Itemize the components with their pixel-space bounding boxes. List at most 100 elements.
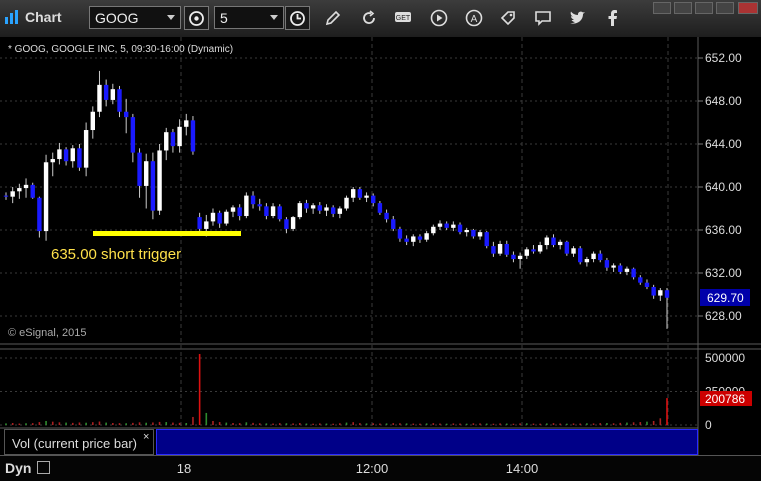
clock-icon	[290, 11, 305, 26]
candle-body	[123, 111, 129, 118]
candle-body	[304, 203, 309, 209]
chart-app-icon	[5, 10, 18, 24]
candle-body	[584, 259, 590, 263]
price-tick-label: 648.00	[705, 94, 742, 108]
candle-body	[644, 282, 650, 287]
restore-button[interactable]	[695, 2, 713, 14]
candle-body	[284, 219, 289, 229]
link-settings-button[interactable]	[184, 6, 209, 30]
maximize-button[interactable]	[716, 2, 734, 14]
candle-body	[344, 197, 349, 209]
candle-body	[517, 255, 523, 260]
candle-body	[244, 195, 249, 217]
candle-body	[531, 249, 536, 252]
chevron-down-icon[interactable]	[270, 15, 278, 20]
candle-body	[50, 159, 55, 163]
interval-input[interactable]: 5	[214, 6, 284, 29]
candle-body	[330, 207, 336, 214]
chart-toolbar: Chart GOOG 5 GET A	[0, 0, 761, 38]
status-bar: Dyn 18 12:00 14:00	[0, 455, 761, 481]
candle-body	[164, 132, 169, 151]
facebook-icon[interactable]	[603, 8, 623, 28]
candle-body	[457, 224, 463, 233]
candle-body	[544, 237, 550, 246]
svg-text:A: A	[471, 14, 478, 25]
volume-pane-label[interactable]: Vol (current price bar)	[4, 429, 154, 455]
candle-body	[77, 148, 82, 168]
candle-body	[464, 230, 469, 233]
candle-body	[471, 230, 476, 237]
time-label-1400: 14:00	[505, 461, 539, 476]
minimize-button[interactable]	[674, 2, 692, 14]
play-icon[interactable]	[429, 8, 449, 28]
candle-body	[384, 212, 389, 220]
last-volume-label: 200786	[705, 392, 745, 406]
candle-body	[664, 290, 670, 298]
app-title: Chart	[25, 9, 62, 25]
candle-body	[23, 184, 29, 189]
candle-body	[491, 246, 496, 254]
candle-body	[310, 205, 316, 209]
tag-icon[interactable]	[498, 8, 518, 28]
candle-body	[250, 195, 256, 205]
candle-body	[317, 205, 323, 211]
candle-body	[204, 221, 209, 229]
candle-body	[624, 268, 630, 272]
candle-body	[484, 232, 489, 247]
chevron-down-icon[interactable]	[167, 15, 175, 20]
refresh-icon[interactable]	[359, 8, 379, 28]
candle-body	[130, 117, 136, 153]
twitter-icon[interactable]	[568, 8, 588, 28]
candle-body	[477, 232, 483, 237]
price-tick-label: 628.00	[705, 309, 742, 323]
candle-body	[117, 89, 122, 112]
candle-body	[350, 189, 356, 198]
symbol-input[interactable]: GOOG	[89, 6, 181, 29]
symbol-value: GOOG	[95, 10, 139, 26]
dynamic-mode-icon[interactable]	[37, 461, 50, 474]
candle-body	[63, 149, 69, 162]
close-button[interactable]	[738, 2, 758, 14]
candle-body	[103, 84, 109, 100]
candle-body	[197, 217, 202, 229]
candle-body	[237, 207, 242, 217]
chat-icon[interactable]	[533, 8, 553, 28]
candle-body	[391, 219, 396, 229]
candle-body	[437, 223, 443, 227]
chart-area[interactable]: * GOOG, GOOGLE INC, 5, 09:30-16:00 (Dyna…	[0, 37, 761, 455]
get-quote-icon[interactable]: GET	[393, 8, 413, 28]
candle-body	[290, 217, 296, 229]
alert-icon[interactable]: A	[464, 8, 484, 28]
candle-body	[524, 249, 529, 256]
chart-header: * GOOG, GOOGLE INC, 5, 09:30-16:00 (Dyna…	[8, 44, 233, 55]
candle-body	[97, 84, 102, 112]
draw-pencil-icon[interactable]	[323, 8, 343, 28]
candle-body	[604, 260, 610, 268]
window-menu-button[interactable]	[653, 2, 671, 14]
trigger-label: 635.00 short trigger	[51, 246, 181, 263]
candle-body	[137, 152, 142, 186]
candle-body	[571, 248, 576, 254]
candle-body	[170, 132, 176, 147]
candle-body	[37, 197, 42, 232]
candle-body	[424, 233, 429, 240]
copyright-label: © eSignal, 2015	[8, 327, 86, 339]
close-icon[interactable]: ×	[143, 431, 149, 443]
candle-body	[578, 248, 583, 263]
candle-body	[404, 238, 409, 242]
candle-body	[377, 203, 383, 213]
candle-body	[371, 195, 376, 204]
candle-body	[497, 243, 503, 254]
candle-body	[57, 149, 62, 160]
time-template-button[interactable]	[285, 6, 310, 30]
dynamic-label[interactable]: Dyn	[5, 460, 31, 476]
price-tick-label: 632.00	[705, 266, 742, 280]
candle-body	[638, 277, 643, 283]
candle-body	[217, 212, 222, 224]
candle-body	[230, 207, 236, 212]
candle-body	[90, 111, 95, 131]
candle-body	[551, 237, 556, 246]
candle-body	[411, 236, 416, 242]
candle-body	[10, 191, 15, 197]
candle-body	[364, 195, 369, 198]
